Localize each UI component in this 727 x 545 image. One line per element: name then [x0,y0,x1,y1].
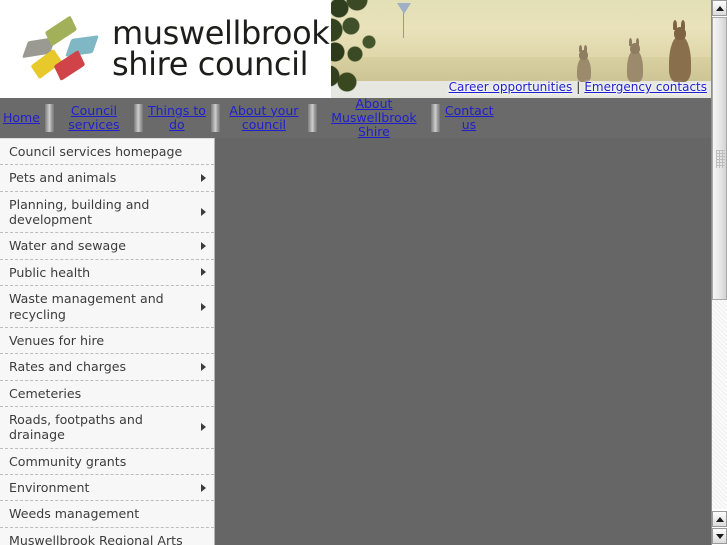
sidebar-item-label: Water and sewage [9,238,126,254]
scrollbar-grip-icon [716,149,725,168]
scrollbar-up-button[interactable] [712,0,727,16]
sidebar-item[interactable]: Weeds management [0,501,214,528]
nav-item-contact-us[interactable]: Contact us [441,103,497,133]
banner-utility-links: Career opportunities | Emergency contacts [449,80,707,94]
nav-item-about-muswellbrook-shire[interactable]: About Muswellbrook Shire [318,96,430,140]
nav-separator-icon [307,104,317,132]
site-logo[interactable]: muswellbrook shire council [0,0,331,98]
sidebar-item[interactable]: Community grants [0,448,214,476]
kangaroo-body [669,36,691,83]
sidebar-item[interactable]: Public health [0,259,214,287]
nav-item-list: Home Council services Things to do About… [0,96,497,140]
page-scrollbar[interactable] [711,0,727,545]
kangaroo-ear-left [629,38,632,47]
pinwheel-diamonds-logo-icon [22,13,99,83]
scrollbar-up-button-bottom[interactable] [712,511,727,527]
kangaroo-ear-left [579,45,582,53]
scroll-up-arrow-icon [715,516,724,522]
section-sidebar-menu: Council services homepage Pets and animal… [0,138,215,545]
sidebar-item-label: Rates and charges [9,359,127,375]
sidebar-item-label: Muswellbrook Regional Arts Centre [9,532,183,545]
kangaroo-body [627,50,643,83]
page-root: muswellbrook shire council Career opport… [0,0,727,545]
nav-separator-icon [44,104,54,132]
sidebar-item-label: Council services homepage [9,144,183,159]
sidebar-item[interactable]: Venues for hire [0,327,214,355]
kangaroo-ear-right [584,45,587,53]
main-content-area [216,138,711,545]
sidebar-item-label: Venues for hire [9,332,105,348]
sidebar-item[interactable]: Waste management and recycling [0,286,214,328]
scrollbar-thumb[interactable] [712,17,727,300]
sidebar-item[interactable]: Cemeteries [0,380,214,407]
chevron-right-icon [201,423,206,432]
career-opportunities-link[interactable]: Career opportunities [449,80,573,94]
nav-separator-icon [210,104,220,132]
nav-item-about-your-council[interactable]: About your council [221,103,307,133]
banner-flag [397,3,411,14]
kangaroo-ear-right [681,20,685,31]
kangaroo-ear-right [636,38,639,47]
kangaroo-body [577,57,591,83]
sidebar-item[interactable]: Pets and animals [0,165,214,192]
site-wordmark: muswellbrook shire council [112,17,330,83]
site-header: muswellbrook shire council Career opport… [0,0,711,98]
scroll-down-arrow-icon [715,533,724,539]
sidebar-item[interactable]: Muswellbrook Regional Arts Centre [0,527,214,545]
sidebar-item[interactable]: Council services homepage [0,138,214,166]
chevron-right-icon [201,208,206,217]
sidebar-item-label: Waste management and recycling [9,291,164,322]
sidebar-item[interactable]: Environment [0,475,214,502]
sidebar-item-label: Roads, footpaths and drainage [9,411,143,443]
sidebar-item-label: Public health [9,264,91,280]
sidebar-item[interactable]: Rates and charges [0,354,214,381]
chevron-right-icon [201,302,206,311]
main-navigation-bar: Home Council services Things to do About… [0,96,711,237]
sidebar-item-label: Weeds management [9,506,140,522]
scroll-up-arrow-icon [715,5,724,11]
nav-separator-icon [133,104,143,132]
scrollbar-track[interactable] [712,17,727,509]
wordmark-line-2: shire council [112,45,309,83]
chevron-right-icon [201,268,206,277]
chevron-right-icon [201,362,206,371]
nav-item-things-to-do[interactable]: Things to do [144,103,210,133]
sidebar-item-label: Community grants [9,453,127,469]
chevron-right-icon [201,174,206,183]
emergency-contacts-link[interactable]: Emergency contacts [584,80,707,94]
sidebar-item[interactable]: Water and sewage [0,233,214,260]
sidebar-item-label: Planning, building and development [9,196,150,228]
chevron-right-icon [201,242,206,251]
sidebar-item[interactable]: Roads, footpaths and drainage [0,406,214,449]
nav-item-home[interactable]: Home [0,110,44,125]
banner-link-separator: | [576,80,581,94]
sidebar-item-label: Pets and animals [9,170,117,186]
scrollbar-down-button[interactable] [712,528,727,544]
sidebar-item-label: Cemeteries [9,385,82,401]
nav-separator-icon [430,104,440,132]
logo-petal-red [53,49,86,82]
sidebar-item[interactable]: Planning, building and development [0,191,214,234]
chevron-right-icon [201,483,206,492]
sidebar-item-label: Environment [9,480,90,496]
banner-tree [331,0,397,96]
hero-banner-image: Career opportunities | Emergency contacts [331,0,711,98]
nav-item-council-services[interactable]: Council services [55,103,133,133]
kangaroo-ear-left [673,20,677,31]
